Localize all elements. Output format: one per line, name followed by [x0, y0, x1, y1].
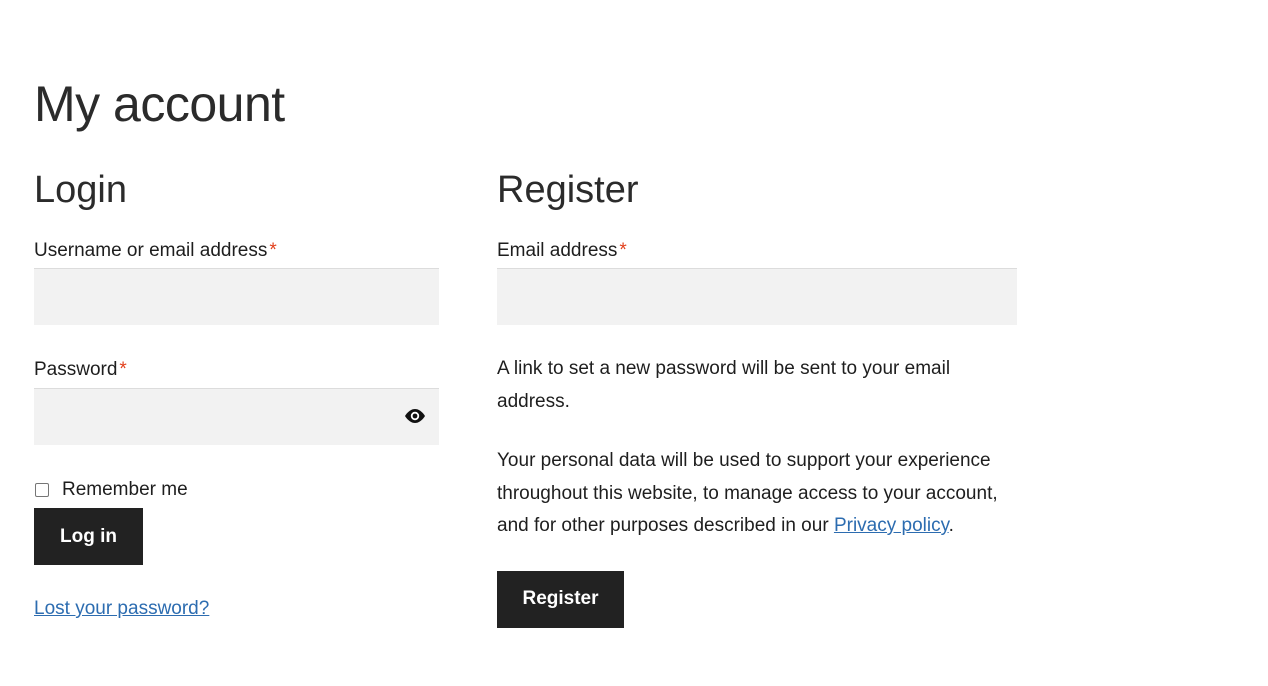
email-label: Email address *: [497, 239, 1017, 263]
my-account-page: My account Login Username or email addre…: [0, 0, 1268, 686]
required-mark: *: [269, 240, 277, 261]
password-field-group: Password *: [34, 358, 439, 445]
register-section: Register Email address * A link to set a …: [497, 164, 1017, 628]
lost-password-row: Lost your password?: [34, 597, 439, 621]
remember-me-checkbox[interactable]: [35, 483, 49, 497]
register-heading: Register: [497, 169, 639, 211]
remember-me-row: Remember me: [34, 478, 439, 502]
required-mark: *: [119, 359, 127, 380]
password-input[interactable]: [34, 388, 439, 445]
username-label: Username or email address *: [34, 239, 439, 263]
login-button[interactable]: Log in: [34, 508, 143, 565]
password-input-wrapper: [34, 388, 439, 445]
privacy-notice: Your personal data will be used to suppo…: [497, 445, 1002, 543]
privacy-period: .: [948, 515, 954, 536]
required-mark: *: [619, 240, 627, 261]
eye-icon[interactable]: [403, 406, 427, 426]
email-input[interactable]: [497, 268, 1017, 325]
password-label: Password *: [34, 358, 439, 382]
login-section: Login Username or email address * Passwor…: [34, 164, 439, 621]
remember-me-label: Remember me: [62, 479, 188, 500]
password-notice: A link to set a new password will be sen…: [497, 358, 951, 412]
privacy-policy-link[interactable]: Privacy policy: [834, 515, 949, 536]
username-label-text: Username or email address: [34, 240, 268, 261]
lost-password-link[interactable]: Lost your password?: [34, 598, 209, 619]
register-button[interactable]: Register: [497, 570, 624, 628]
password-label-text: Password: [34, 359, 118, 380]
email-label-text: Email address: [497, 240, 618, 261]
login-heading: Login: [34, 169, 127, 211]
page-title: My account: [34, 76, 285, 132]
email-field-group: Email address *: [497, 239, 1017, 325]
username-field-group: Username or email address *: [34, 239, 439, 325]
username-input[interactable]: [34, 268, 439, 325]
